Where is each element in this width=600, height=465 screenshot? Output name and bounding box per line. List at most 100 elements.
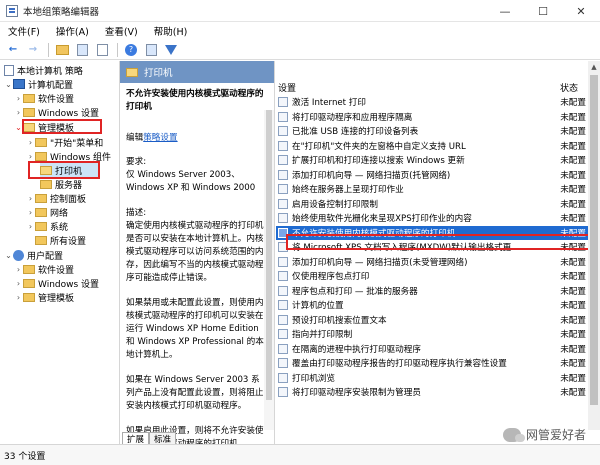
collapse-arrow-icon[interactable]: ⌄ xyxy=(4,251,13,260)
expand-arrow-icon[interactable]: › xyxy=(14,279,23,288)
tree-node-system[interactable]: › 系统 xyxy=(26,219,68,233)
close-button[interactable]: ✕ xyxy=(562,0,600,22)
folder-icon xyxy=(35,221,47,231)
status-bar: 33 个设置 xyxy=(0,444,600,465)
policy-row[interactable]: 添加打印机向导 — 网络扫描页(未受管理网络) 未配置 xyxy=(276,255,588,269)
policy-setting-icon xyxy=(278,314,288,325)
tree-node-all-settings[interactable]: 所有设置 xyxy=(35,233,86,247)
policy-row[interactable]: 将打印驱动程序安装限制为管理员 未配置 xyxy=(276,385,588,399)
expand-arrow-icon[interactable]: › xyxy=(26,138,35,147)
menu-action[interactable]: 操作(A) xyxy=(48,24,97,38)
policy-row[interactable]: 将打印驱动程序和应用程序隔离 未配置 xyxy=(276,110,588,124)
expand-arrow-icon[interactable]: › xyxy=(14,94,23,103)
folder-icon xyxy=(23,93,35,103)
export-list-icon[interactable] xyxy=(93,42,111,58)
settings-count: 33 个设置 xyxy=(4,451,46,462)
list-scrollbar[interactable]: ▲ xyxy=(588,61,600,430)
menu-file[interactable]: 文件(F) xyxy=(0,24,48,38)
expand-arrow-icon[interactable]: › xyxy=(26,152,35,161)
policy-name: 已批准 USB 连接的打印设备列表 xyxy=(292,127,419,137)
policy-row[interactable]: 打印机浏览 未配置 xyxy=(276,371,588,385)
policy-setting-icon xyxy=(278,126,288,136)
expand-arrow-icon[interactable]: › xyxy=(14,293,23,302)
scroll-up-icon[interactable]: ▲ xyxy=(588,61,600,73)
policy-status: 未配置 xyxy=(560,330,586,340)
policy-row[interactable]: 扩展打印机和打印连接以搜索 Windows 更新 未配置 xyxy=(276,153,588,167)
tree-node-control-panel[interactable]: › 控制面板 xyxy=(26,191,86,205)
tree-node-start-menu[interactable]: › "开始"菜单和 xyxy=(26,135,103,149)
folder-icon xyxy=(35,193,47,203)
tree-node-windows-settings[interactable]: › Windows 设置 xyxy=(14,105,99,119)
description-label: 描述: xyxy=(126,208,147,218)
properties-icon[interactable] xyxy=(142,42,160,58)
policy-row[interactable]: 始终在服务器上呈现打印作业 未配置 xyxy=(276,182,588,196)
requirements-label: 要求: xyxy=(126,157,147,167)
tree-node-user-windows-settings[interactable]: › Windows 设置 xyxy=(14,276,99,290)
filter-icon[interactable] xyxy=(162,42,180,58)
edit-policy-link[interactable]: 策略设置 xyxy=(143,133,177,143)
column-setting[interactable]: 设置 xyxy=(276,81,531,94)
show-hide-tree-icon[interactable] xyxy=(73,42,91,58)
tree-node-software-settings[interactable]: › 软件设置 xyxy=(14,91,74,105)
policy-row[interactable]: 预设打印机搜索位置文本 未配置 xyxy=(276,313,588,327)
policy-row[interactable]: 覆盖由打印驱动程序报告的打印驱动程序执行兼容性设置 未配置 xyxy=(276,356,588,370)
policy-status: 未配置 xyxy=(560,170,586,181)
column-status[interactable]: 状态 xyxy=(531,81,588,94)
policy-row[interactable]: 启用设备控制打印限制 未配置 xyxy=(276,197,588,211)
policy-row[interactable]: 添加打印机向导 — 网络扫描页(托管网络) 未配置 xyxy=(276,168,588,182)
policy-row[interactable]: 计算机的位置 未配置 xyxy=(276,298,588,312)
scroll-thumb[interactable] xyxy=(590,75,598,405)
highlight-printers xyxy=(28,161,100,179)
forward-arrow-icon[interactable]: → xyxy=(24,42,42,58)
view-tabs: 扩展 标准 xyxy=(120,430,275,445)
policy-name: 始终在服务器上呈现打印作业 xyxy=(292,185,404,195)
policy-row[interactable]: 激活 Internet 打印 未配置 xyxy=(276,95,588,109)
tree-node-user-software-settings[interactable]: › 软件设置 xyxy=(14,262,74,276)
policy-row[interactable]: 在"打印机"文件夹的左窗格中自定义支持 URL 未配置 xyxy=(276,139,588,153)
expand-arrow-icon[interactable]: › xyxy=(14,265,23,274)
policy-row[interactable]: 在隔离的进程中执行打印驱动程序 未配置 xyxy=(276,342,588,356)
expand-arrow-icon[interactable]: › xyxy=(14,108,23,117)
policy-name: 始终使用软件光栅化来呈现XPS打印作业的内容 xyxy=(292,214,472,224)
menu-help[interactable]: 帮助(H) xyxy=(146,24,196,38)
policy-row[interactable]: 程序包点和打印 — 批准的服务器 未配置 xyxy=(276,284,588,298)
description-scrollbar[interactable] xyxy=(264,110,274,430)
policy-setting-icon xyxy=(278,358,288,368)
help-icon[interactable]: ? xyxy=(122,42,140,58)
policy-setting-icon xyxy=(278,198,288,209)
policy-status: 未配置 xyxy=(560,141,586,152)
policy-status: 未配置 xyxy=(560,373,586,384)
policy-name: 预设打印机搜索位置文本 xyxy=(292,315,387,326)
expand-arrow-icon[interactable]: › xyxy=(26,208,35,217)
policy-name: 覆盖由打印驱动程序报告的打印驱动程序执行兼容性设置 xyxy=(292,359,507,369)
back-arrow-icon[interactable]: ← xyxy=(4,42,22,58)
policy-row[interactable]: 已批准 USB 连接的打印设备列表 未配置 xyxy=(276,124,588,138)
tab-standard[interactable]: 标准 xyxy=(149,432,177,445)
policy-name: 添加打印机向导 — 网络扫描页(未受管理网络) xyxy=(292,257,468,268)
policy-row[interactable]: 仅使用程序包点打印 未配置 xyxy=(276,269,588,283)
tree-node-user-admin-templates[interactable]: › 管理模板 xyxy=(14,290,74,304)
policy-row[interactable]: 指向并打印限制 未配置 xyxy=(276,327,588,341)
up-folder-icon[interactable] xyxy=(53,42,71,58)
policy-setting-icon xyxy=(278,256,288,267)
tree-node-server[interactable]: 服务器 xyxy=(40,177,82,191)
expand-arrow-icon[interactable]: › xyxy=(26,222,35,231)
tree-node-root[interactable]: 本地计算机 策略 xyxy=(4,63,83,77)
minimize-button[interactable]: — xyxy=(486,0,524,22)
policy-name: 激活 Internet 打印 xyxy=(292,98,366,108)
folder-icon xyxy=(35,137,47,147)
tab-extended[interactable]: 扩展 xyxy=(122,432,150,445)
highlight-selected-policy xyxy=(286,234,592,250)
collapse-arrow-icon[interactable]: ⌄ xyxy=(4,80,13,89)
policy-row[interactable]: 始终使用软件光栅化来呈现XPS打印作业的内容 未配置 xyxy=(276,211,588,225)
policy-name: 启用设备控制打印限制 xyxy=(292,199,378,210)
tree-node-user-config[interactable]: ⌄ 用户配置 xyxy=(4,248,63,262)
tree-node-network[interactable]: › 网络 xyxy=(26,205,68,219)
menu-view[interactable]: 查看(V) xyxy=(97,24,146,38)
folder-icon xyxy=(23,264,35,274)
policy-setting-icon xyxy=(278,343,288,354)
expand-arrow-icon[interactable]: › xyxy=(26,194,35,203)
description-header: 打印机 xyxy=(120,61,274,83)
maximize-button[interactable]: ☐ xyxy=(524,0,562,22)
tree-node-computer-config[interactable]: ⌄ 计算机配置 xyxy=(4,77,73,91)
